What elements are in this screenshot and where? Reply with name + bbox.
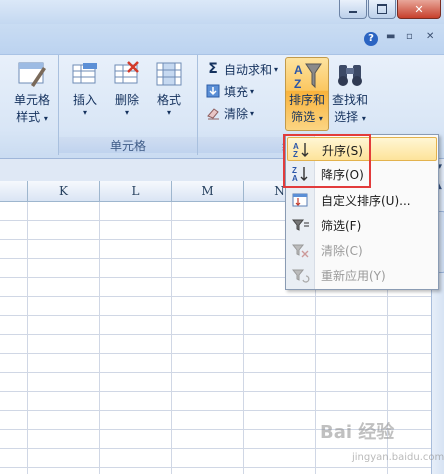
- autosum-label: 自动求和: [224, 62, 273, 77]
- insert-button[interactable]: 插入 ▾: [67, 59, 103, 117]
- menu-item-filter[interactable]: 筛选(F): [287, 213, 437, 237]
- sigma-icon: Σ: [208, 61, 218, 77]
- fill-button[interactable]: 填充 ▾: [206, 81, 254, 101]
- column-header-m[interactable]: M: [172, 181, 244, 201]
- clear-button[interactable]: 清除 ▾: [206, 103, 254, 123]
- highlight-annotation-box: [283, 134, 371, 188]
- sort-filter-button[interactable]: A Z 排序和 筛选 ▾: [285, 57, 329, 131]
- menu-item-label: 自定义排序(U)...: [321, 194, 411, 208]
- column-header-l[interactable]: L: [100, 181, 172, 201]
- minimize-icon: [349, 11, 357, 13]
- sort-filter-label2: 筛选: [291, 110, 316, 124]
- window-controls: ✕: [338, 0, 441, 19]
- chevron-down-icon: ▾: [124, 108, 129, 117]
- chevron-down-icon: ▾: [250, 108, 255, 118]
- cells-group-label: 单元格: [59, 137, 197, 153]
- cell-styles-button[interactable]: 单元格 样式 ▾: [10, 59, 54, 125]
- fill-down-icon: [206, 84, 220, 98]
- cells-group: 插入 ▾ 删除 ▾ 格式 ▾ 单元格: [59, 55, 198, 155]
- delete-button[interactable]: 删除 ▾: [109, 59, 145, 117]
- watermark-logo: Bai 经验: [320, 422, 395, 443]
- fill-label: 填充: [224, 84, 249, 99]
- column-header-k[interactable]: K: [28, 181, 100, 201]
- svg-text:A: A: [294, 63, 303, 77]
- chevron-down-icon: ▾: [361, 114, 366, 123]
- svg-text:Z: Z: [294, 77, 301, 91]
- custom-sort-icon: [292, 192, 310, 208]
- sort-filter-icon: A Z: [292, 61, 322, 91]
- clear-label: 清除: [224, 106, 249, 121]
- reapply-filter-icon: [292, 267, 310, 283]
- eraser-icon: [206, 106, 220, 120]
- column-header-partial[interactable]: [0, 181, 28, 201]
- chevron-down-icon: ▾: [318, 114, 323, 123]
- insert-label: 插入: [72, 93, 97, 107]
- find-select-label1: 查找和: [331, 93, 368, 107]
- cell-styles-label1: 单元格: [13, 93, 50, 107]
- close-button[interactable]: ✕: [397, 0, 441, 19]
- format-button[interactable]: 格式 ▾: [151, 59, 187, 117]
- menu-item-label: 筛选(F): [321, 219, 362, 233]
- sort-filter-label1: 排序和: [288, 93, 325, 107]
- title-bar: ✕: [0, 0, 444, 24]
- ribbon-minimize-icon[interactable]: ▬: [386, 31, 395, 42]
- format-cells-icon: [154, 59, 184, 89]
- autosum-button[interactable]: Σ 自动求和 ▾: [206, 59, 278, 79]
- chevron-down-icon: ▾: [250, 86, 255, 96]
- filter-icon: [292, 217, 310, 233]
- help-icon[interactable]: ?: [364, 32, 378, 46]
- menu-item-custom-sort[interactable]: 自定义排序(U)...: [287, 188, 437, 212]
- cell-styles-icon: [17, 59, 47, 89]
- ribbon-restore-icon[interactable]: ▫: [406, 31, 413, 42]
- clear-filter-icon: [292, 242, 310, 258]
- styles-group: 单元格 样式 ▾: [0, 55, 59, 155]
- chevron-down-icon: ▾: [82, 108, 87, 117]
- menu-item-clear-filter[interactable]: 清除(C): [287, 238, 437, 262]
- ribbon-close-icon[interactable]: ✕: [426, 31, 434, 42]
- chevron-down-icon: ▾: [166, 108, 171, 117]
- cell-styles-label2: 样式: [16, 110, 41, 124]
- delete-cells-icon: [112, 59, 142, 89]
- minimize-button[interactable]: [339, 0, 367, 19]
- menu-item-label: 清除(C): [321, 244, 363, 258]
- menu-item-reapply[interactable]: 重新应用(Y): [287, 263, 437, 287]
- binoculars-icon: [335, 59, 365, 89]
- menu-item-label: 重新应用(Y): [321, 269, 386, 283]
- restore-icon: [377, 4, 387, 14]
- chevron-down-icon: ▾: [274, 64, 279, 74]
- insert-cells-icon: [70, 59, 100, 89]
- restore-button[interactable]: [368, 0, 396, 19]
- find-select-label2: 选择: [334, 110, 359, 124]
- format-label: 格式: [156, 93, 181, 107]
- chevron-down-icon: ▾: [43, 114, 48, 123]
- watermark-url: jingyan.baidu.com: [352, 452, 444, 463]
- delete-label: 删除: [114, 93, 139, 107]
- find-select-button[interactable]: 查找和 选择 ▾: [330, 59, 370, 125]
- ribbon-tab-row: ? ▬ ▫ ✕: [0, 24, 444, 54]
